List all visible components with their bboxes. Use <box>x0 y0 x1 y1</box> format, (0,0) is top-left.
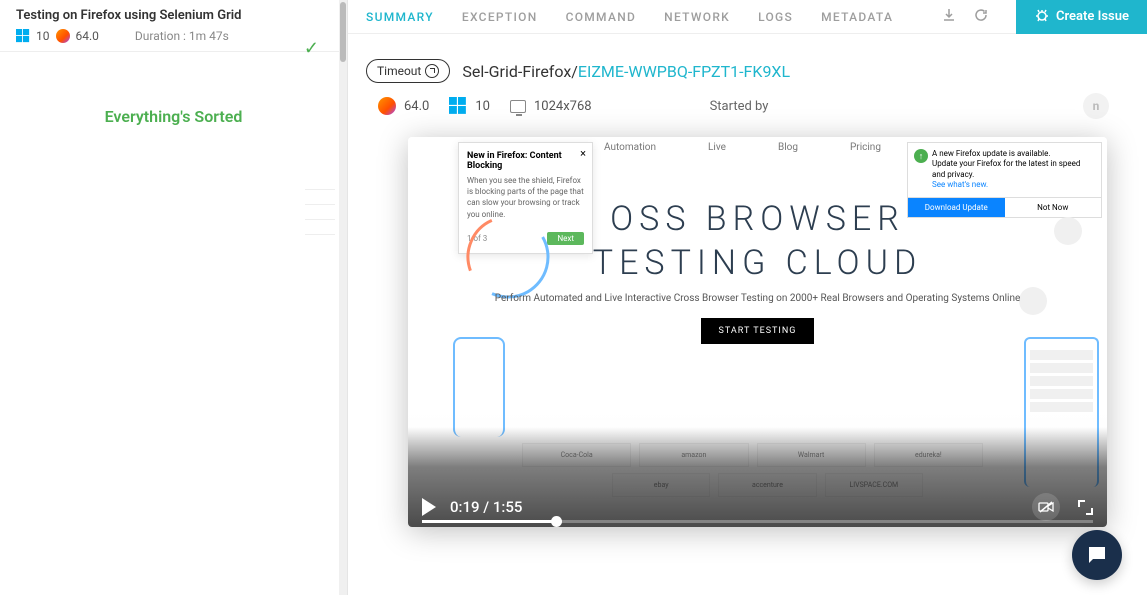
sidebar: Testing on Firefox using Selenium Grid 1… <box>0 0 348 595</box>
sidebar-scrollbar[interactable] <box>339 0 347 595</box>
hero-title: OSS BROWSERTESTING CLOUD <box>408 197 1107 285</box>
bug-icon <box>1034 7 1050 27</box>
download-icon[interactable] <box>942 8 956 26</box>
tab-network[interactable]: NETWORK <box>664 10 730 24</box>
camera-off-icon[interactable] <box>1032 493 1060 521</box>
tabs-bar: SUMMARY EXCEPTION COMMAND NETWORK LOGS M… <box>348 0 1147 34</box>
started-by-label: Started by <box>710 99 769 114</box>
tab-summary[interactable]: SUMMARY <box>366 10 434 24</box>
fullscreen-button[interactable] <box>1078 500 1093 515</box>
decorative-lines <box>305 175 335 249</box>
session-id-link[interactable]: EIZME-WWPBQ-FPZT1-FK9XL <box>578 62 790 81</box>
video-player[interactable]: AutomationLiveBlogPricing × New in Firef… <box>408 137 1107 527</box>
phone-decoration <box>453 337 505 437</box>
video-time: 0:19 / 1:55 <box>450 498 522 516</box>
tab-logs[interactable]: LOGS <box>758 10 793 24</box>
windows-icon <box>16 29 30 43</box>
sorted-message: Everything's Sorted <box>0 107 347 126</box>
create-issue-button[interactable]: Create Issue <box>1016 0 1147 34</box>
main-panel: SUMMARY EXCEPTION COMMAND NETWORK LOGS M… <box>348 0 1147 595</box>
tab-exception[interactable]: EXCEPTION <box>462 10 538 24</box>
tab-command[interactable]: COMMAND <box>566 10 637 24</box>
browser-version: 64.0 <box>404 99 429 114</box>
check-icon: ✓ <box>304 38 319 59</box>
whats-new-link[interactable]: See what's new. <box>932 180 988 189</box>
browser-version: 64.0 <box>76 29 99 43</box>
monitor-icon <box>510 100 526 113</box>
resolution: 1024x768 <box>534 99 592 114</box>
page-nav: AutomationLiveBlogPricing <box>578 142 907 153</box>
start-testing-button[interactable]: START TESTING <box>701 318 815 344</box>
user-avatar[interactable]: n <box>1083 93 1109 119</box>
os-version: 10 <box>475 99 490 114</box>
test-title: Testing on Firefox using Selenium Grid <box>16 8 331 23</box>
play-button[interactable] <box>422 498 436 516</box>
duration-label: Duration : 1m 47s <box>135 29 229 43</box>
windows-icon <box>449 97 467 115</box>
firefox-icon <box>378 97 396 115</box>
hero-subtitle: Perform Automated and Live Interactive C… <box>408 293 1107 304</box>
update-arrow-icon: ↑ <box>914 149 928 163</box>
video-progress-bar[interactable] <box>422 520 1093 523</box>
close-icon[interactable]: × <box>580 147 586 160</box>
status-badge: Timeout <box>366 59 450 83</box>
refresh-icon[interactable] <box>974 8 988 26</box>
session-name: Sel-Grid-Firefox/EIZME-WWPBQ-FPZT1-FK9XL <box>462 62 790 81</box>
os-version: 10 <box>36 29 50 43</box>
firefox-icon <box>56 29 70 43</box>
tab-metadata[interactable]: METADATA <box>821 10 893 24</box>
clock-icon <box>425 64 439 78</box>
chat-widget-button[interactable] <box>1072 530 1122 580</box>
test-item[interactable]: Testing on Firefox using Selenium Grid 1… <box>0 0 347 52</box>
